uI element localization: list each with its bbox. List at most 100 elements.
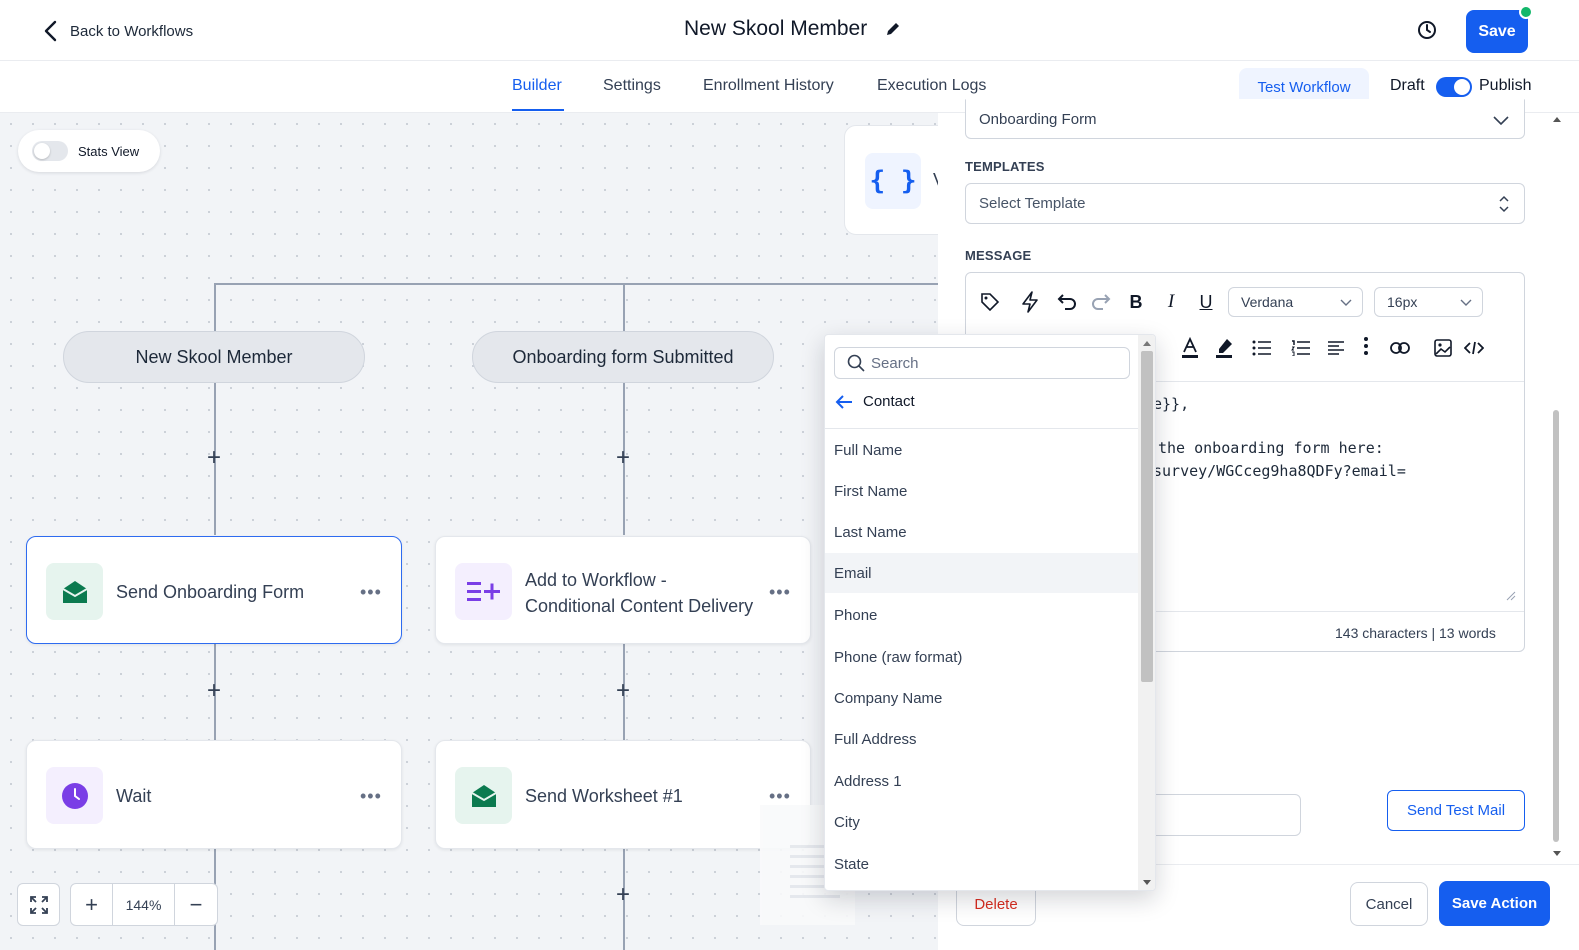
save-button[interactable]: Save [1466,10,1528,53]
italic-icon[interactable]: I [1159,290,1183,314]
chevron-down-icon [1340,299,1352,306]
panel-scrollbar-thumb[interactable] [1553,410,1559,842]
underline-icon[interactable]: U [1194,290,1218,314]
more-options-icon[interactable]: ••• [769,787,793,805]
highlight-icon[interactable] [1212,336,1236,360]
form-select[interactable]: Onboarding Form [965,99,1525,139]
numbered-list-icon[interactable] [1289,336,1313,360]
variables-card[interactable]: { } V [844,125,938,235]
dropdown-item[interactable]: State [825,844,1138,884]
dropdown-item[interactable]: Address 1 [825,761,1138,801]
template-select[interactable]: Select Template [965,183,1525,224]
scroll-down-icon[interactable] [1553,851,1561,856]
tag-icon[interactable] [978,290,1002,314]
code-icon[interactable] [1462,336,1486,360]
character-counter: 143 characters | 13 words [1335,625,1496,641]
redo-icon[interactable] [1089,290,1113,314]
save-action-button[interactable]: Save Action [1439,881,1550,926]
zoom-out-button[interactable]: − [175,883,218,926]
add-step-button[interactable]: + [203,679,225,703]
message-fragment-3: survey/WGCceg9ha8QDFy?email= [1153,462,1406,480]
chevron-down-icon [1493,116,1509,126]
chevron-left-icon [44,20,57,42]
curly-braces-icon: { } [865,153,921,209]
dropdown-item[interactable]: Company Name [825,678,1138,718]
dropdown-item[interactable]: Full Address [825,719,1138,759]
test-email-input[interactable] [1140,794,1301,836]
dropdown-scrollbar-thumb[interactable] [1141,351,1153,682]
add-step-button[interactable]: + [612,679,634,703]
connector-line [214,283,938,285]
resize-handle-icon[interactable] [1506,591,1516,601]
dropdown-item[interactable]: Email [825,553,1138,593]
clock-icon [46,767,103,824]
tab-builder[interactable]: Builder [512,77,562,95]
search-input[interactable] [871,354,1111,372]
message-fragment-2: the onboarding form here: [1158,439,1384,457]
dropdown-item[interactable]: Phone [825,595,1138,635]
back-to-workflows-link[interactable]: Back to Workflows [42,20,193,42]
scroll-up-icon[interactable] [1553,117,1561,122]
scroll-up-icon[interactable] [1143,341,1151,346]
align-icon[interactable] [1324,336,1348,360]
add-step-button[interactable]: + [612,446,634,470]
more-vertical-icon[interactable] [1354,334,1378,358]
lightning-icon[interactable] [1018,290,1042,314]
dropdown-search[interactable] [834,347,1130,379]
draft-label: Draft [1390,77,1425,94]
scroll-down-icon[interactable] [1143,880,1151,885]
expand-icon [29,895,48,914]
action-node-send-worksheet[interactable]: Send Worksheet #1 ••• [435,740,811,849]
fit-view-button[interactable] [17,883,60,926]
publish-toggle[interactable] [1436,77,1472,97]
trigger-new-skool-member[interactable]: New Skool Member [63,331,365,383]
dropdown-item[interactable]: City [825,802,1138,842]
text-color-icon[interactable] [1178,336,1202,360]
dropdown-item[interactable]: Last Name [825,512,1138,552]
list-plus-icon [455,563,512,620]
dropdown-item[interactable]: Phone (raw format) [825,637,1138,677]
history-icon[interactable] [1415,18,1439,42]
more-options-icon[interactable]: ••• [360,787,384,805]
workflow-canvas[interactable]: Stats View { } V New Skool Member Onboar… [0,113,938,950]
add-step-button[interactable]: + [612,883,634,907]
link-icon[interactable] [1388,336,1412,360]
more-options-icon[interactable]: ••• [769,583,793,601]
node-label: Send Onboarding Form [116,582,305,602]
bulleted-list-icon[interactable] [1250,336,1274,360]
add-step-button[interactable]: + [203,446,225,470]
connector-line [623,283,625,331]
node-label-line-1: Add to Workflow - [525,570,667,590]
tab-settings[interactable]: Settings [603,77,661,95]
top-bar: Back to Workflows New Skool Member Save [0,0,1579,61]
dropdown-item[interactable]: Full Name [825,430,1138,470]
tab-execution-logs[interactable]: Execution Logs [877,77,986,95]
more-options-icon[interactable]: ••• [360,583,384,601]
stats-view-label: Stats View [78,143,140,159]
action-node-send-onboarding-form[interactable]: Send Onboarding Form ••• [26,536,402,644]
action-node-add-to-workflow[interactable]: Add to Workflow - Conditional Content De… [435,536,811,644]
font-family-select[interactable]: Verdana [1228,287,1363,317]
zoom-in-button[interactable]: + [70,883,113,926]
node-label: Wait [116,786,152,806]
zoom-controls: + 144% − [17,883,218,926]
trigger-onboarding-form-submitted[interactable]: Onboarding form Submitted [472,331,774,383]
dropdown-back-button[interactable]: Contact [835,393,915,410]
font-size-select[interactable]: 16px [1374,287,1483,317]
zoom-level: 144% [113,883,175,926]
pencil-icon[interactable] [885,21,901,37]
dropdown-item[interactable]: First Name [825,471,1138,511]
send-test-mail-button[interactable]: Send Test Mail [1387,790,1525,831]
bold-icon[interactable]: B [1124,290,1148,314]
cancel-button[interactable]: Cancel [1350,882,1428,926]
search-icon [847,354,865,372]
image-icon[interactable] [1431,336,1455,360]
action-node-wait[interactable]: Wait ••• [26,740,402,849]
chevron-down-icon [1460,299,1472,306]
template-select-placeholder: Select Template [979,195,1086,212]
undo-icon[interactable] [1055,290,1079,314]
workflow-title-text: New Skool Member [684,17,868,40]
custom-values-dropdown: Contact Full Name First Name Last Name E… [824,334,1156,891]
stats-view-toggle[interactable] [32,141,68,161]
tab-enrollment-history[interactable]: Enrollment History [703,77,834,95]
